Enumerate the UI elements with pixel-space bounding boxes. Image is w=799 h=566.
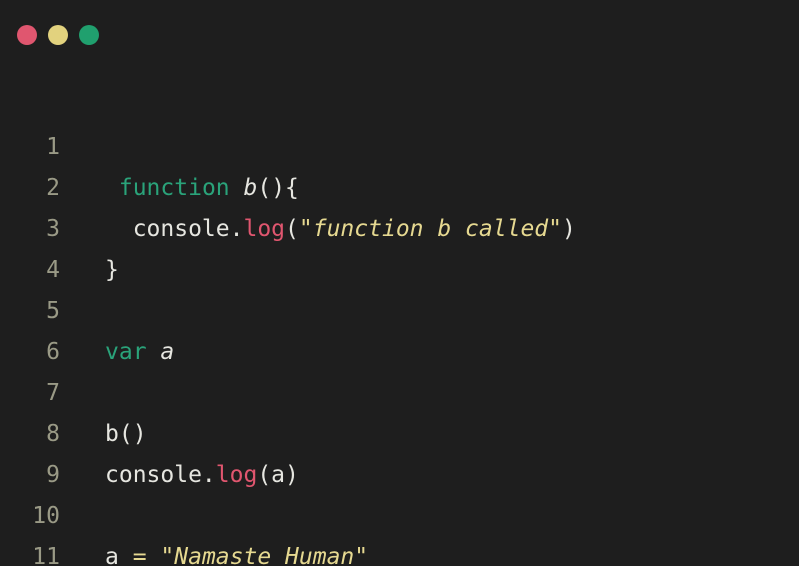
string-token: "Namaste Human" (160, 544, 369, 566)
maximize-dot-icon[interactable] (79, 25, 99, 45)
code-editor[interactable]: 1 function b(){ 2 console.log("function … (0, 86, 799, 566)
code-line: 7 b() (0, 332, 799, 447)
code-line: 1 function b(){ (0, 86, 799, 201)
minimize-dot-icon[interactable] (48, 25, 68, 45)
code-line: 5 var a (0, 250, 799, 365)
operator-token: = (132, 544, 147, 566)
close-dot-icon[interactable] (17, 25, 37, 45)
line-content: a = "Namaste Human" (105, 537, 368, 566)
code-window: 1 function b(){ 2 console.log("function … (0, 0, 799, 566)
code-line: 9 (0, 414, 799, 488)
window-controls (17, 25, 99, 45)
code-line: 10 a = "Namaste Human" (0, 455, 799, 566)
code-line: 3 } (0, 168, 799, 283)
line-number: 11 (32, 544, 60, 566)
code-line: 2 console.log("function b called") (0, 127, 799, 242)
code-line: 6 (0, 291, 799, 365)
code-line: 8 console.log(a) (0, 373, 799, 488)
code-token: a (105, 544, 133, 566)
code-line: 4 (0, 209, 799, 283)
code-line: 11 (0, 496, 799, 566)
